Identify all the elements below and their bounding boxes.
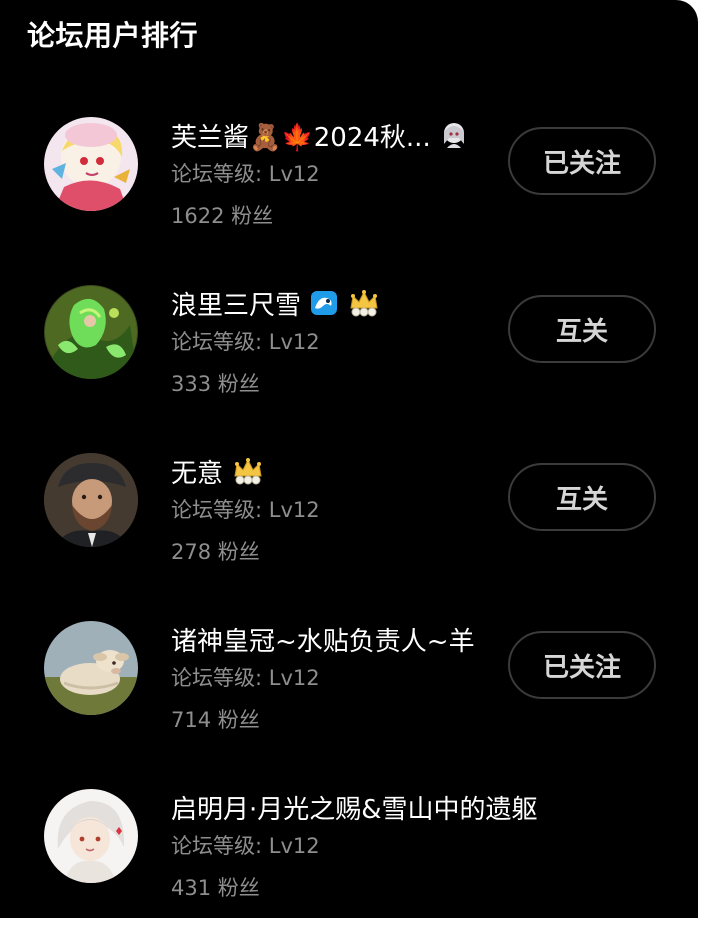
fans-count: 333 粉丝 xyxy=(171,372,260,396)
mutual-follow-button[interactable]: 互关 xyxy=(508,295,656,363)
user-row[interactable]: 浪里三尺雪 论坛等级: Lv12 333 粉丝 互关 xyxy=(0,285,698,425)
follow-button[interactable]: 已关注 xyxy=(508,127,656,195)
name-line: 浪里三尺雪 xyxy=(171,285,501,321)
user-name[interactable]: 浪里三尺雪 xyxy=(171,285,301,321)
forum-level: 论坛等级: Lv12 xyxy=(171,330,320,354)
user-row[interactable]: 启明月·月光之赐&雪山中的遗躯 论坛等级: Lv12 431 粉丝 xyxy=(0,789,698,929)
user-avatar[interactable] xyxy=(44,117,138,211)
fans-count: 1622 粉丝 xyxy=(171,204,274,228)
name-line: 诸神皇冠~水贴负责人~羊 xyxy=(171,621,501,657)
user-ranking-panel: 论坛用户排行 芙兰酱🧸🍁2024秋... 论坛等级: Lv12 1622 粉丝 … xyxy=(0,0,698,918)
fans-count: 431 粉丝 xyxy=(171,876,260,900)
panel-title: 论坛用户排行 xyxy=(27,19,199,52)
fans-count: 278 粉丝 xyxy=(171,540,260,564)
forum-level: 论坛等级: Lv12 xyxy=(171,666,320,690)
user-avatar[interactable] xyxy=(44,789,138,883)
wave-badge-icon xyxy=(309,288,339,318)
follow-button[interactable]: 已关注 xyxy=(508,631,656,699)
user-name[interactable]: 诸神皇冠~水贴负责人~羊 xyxy=(171,621,475,657)
user-avatar[interactable] xyxy=(44,621,138,715)
user-name[interactable]: 启明月·月光之赐&雪山中的遗躯 xyxy=(171,789,538,825)
name-line: 无意 xyxy=(171,453,501,489)
user-avatar[interactable] xyxy=(44,453,138,547)
crown-icon xyxy=(347,288,381,318)
user-row[interactable]: 芙兰酱🧸🍁2024秋... 论坛等级: Lv12 1622 粉丝 已关注 xyxy=(0,117,698,257)
anime-girl-badge-icon xyxy=(439,120,469,150)
mutual-follow-button[interactable]: 互关 xyxy=(508,463,656,531)
name-line: 启明月·月光之赐&雪山中的遗躯 xyxy=(171,789,591,825)
user-name[interactable]: 无意 xyxy=(171,453,223,489)
name-line: 芙兰酱🧸🍁2024秋... xyxy=(171,117,501,153)
user-row[interactable]: 无意 论坛等级: Lv12 278 粉丝 互关 xyxy=(0,453,698,593)
fans-count: 714 粉丝 xyxy=(171,708,260,732)
forum-level: 论坛等级: Lv12 xyxy=(171,162,320,186)
user-row[interactable]: 诸神皇冠~水贴负责人~羊 论坛等级: Lv12 714 粉丝 已关注 xyxy=(0,621,698,761)
user-name[interactable]: 芙兰酱🧸🍁2024秋... xyxy=(171,117,431,153)
forum-level: 论坛等级: Lv12 xyxy=(171,498,320,522)
crown-icon xyxy=(231,456,265,486)
forum-level: 论坛等级: Lv12 xyxy=(171,834,320,858)
user-avatar[interactable] xyxy=(44,285,138,379)
